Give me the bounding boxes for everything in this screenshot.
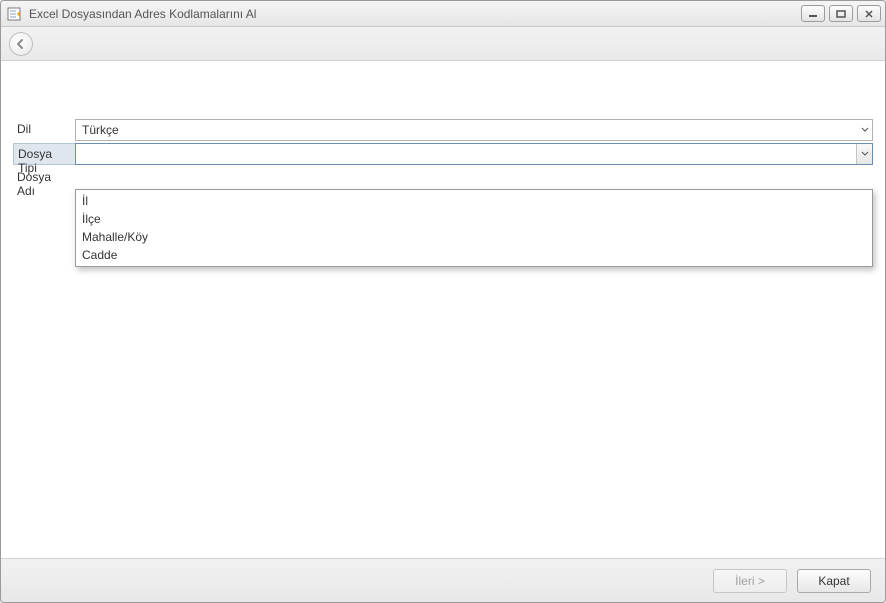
option-il[interactable]: İl [76,192,872,210]
next-button: İleri > [713,569,787,593]
back-button[interactable] [9,32,33,56]
arrow-left-icon [15,38,27,50]
dialog-window: Excel Dosyasından Adres Kodlamalarını Al… [0,0,886,603]
footer: İleri > Kapat [1,558,885,602]
close-button[interactable] [857,5,881,22]
chevron-down-icon[interactable] [856,144,872,164]
close-dialog-button[interactable]: Kapat [797,569,871,593]
label-dosya-adi: Dosya Adı [13,167,75,189]
maximize-button[interactable] [829,5,853,22]
label-dosya-tipi: Dosya Tipi [13,143,75,165]
option-mahalle-koy[interactable]: Mahalle/Köy [76,228,872,246]
combo-dil[interactable]: Türkçe [75,119,873,141]
title-bar: Excel Dosyasından Adres Kodlamalarını Al [1,1,885,27]
row-dosya-adi: Dosya Adı [13,167,873,189]
combo-dil-value: Türkçe [76,123,856,137]
toolbar [1,27,885,61]
window-title: Excel Dosyasından Adres Kodlamalarını Al [29,7,795,21]
dropdown-dosya-tipi: İl İlçe Mahalle/Köy Cadde [75,189,873,267]
option-ilce[interactable]: İlçe [76,210,872,228]
combo-dosya-tipi[interactable] [75,143,873,165]
window-controls [801,5,881,22]
form-area: Dil Türkçe Dosya Tipi Dosya Adı [1,61,885,558]
option-cadde[interactable]: Cadde [76,246,872,264]
chevron-down-icon[interactable] [856,120,872,140]
minimize-button[interactable] [801,5,825,22]
row-dosya-tipi: Dosya Tipi [13,143,873,165]
row-dil: Dil Türkçe [13,119,873,141]
app-icon [7,6,23,22]
label-dil: Dil [13,119,75,141]
